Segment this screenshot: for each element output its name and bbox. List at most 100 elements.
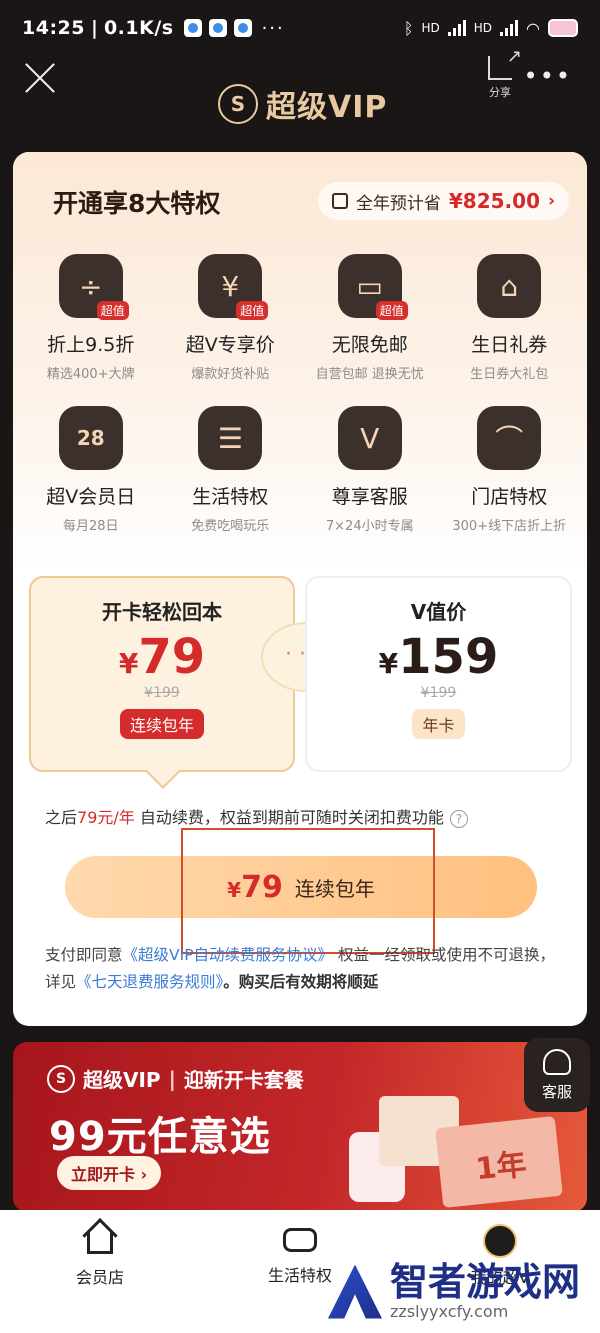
plan-tag: 年卡	[412, 709, 465, 739]
privilege-sub: 爆款好货补贴	[191, 367, 270, 382]
wifi-icon: ◠	[526, 18, 540, 38]
privilege-name: 超V会员日	[46, 486, 136, 508]
store-icon: ⌒	[477, 406, 542, 470]
headset-icon: V	[337, 406, 402, 470]
help-icon[interactable]: ?	[449, 809, 468, 828]
headset-icon	[543, 1048, 571, 1075]
sofa-icon	[283, 1228, 317, 1252]
privilege-item[interactable]: ☰ 生活特权 免费吃喝玩乐	[161, 406, 301, 534]
privilege-name: 折上9.5折	[47, 334, 135, 356]
signal-icon	[500, 20, 519, 36]
savings-amount: ¥825.00	[448, 189, 540, 213]
super-vip-logo: S 超级VIP	[218, 82, 387, 126]
battery-icon	[548, 19, 578, 37]
status-divider: |	[90, 17, 98, 39]
privilege-name: 尊享客服	[331, 486, 408, 508]
value-tag: 超值	[236, 301, 269, 320]
privilege-sub: 免费吃喝玩乐	[191, 519, 270, 534]
vip-purchase-card: 开通享8大特权 全年预计省 ¥825.00 › ÷ 超值 折上9.5折 精选400…	[13, 152, 587, 1026]
agreement-text: 支付即同意《超级VIP自动续费服务协议》 权益一经领取或使用不可退换，详见《七天…	[45, 946, 555, 991]
promo-headline: 迎新开卡套餐	[183, 1068, 304, 1092]
promo-offer: 99元任意选	[49, 1114, 271, 1160]
open-card-button[interactable]: 立即开卡 ›	[57, 1156, 162, 1190]
truck-icon: ▭ 超值	[337, 254, 408, 320]
avatar	[483, 1224, 517, 1258]
value-tag: 超值	[375, 301, 408, 320]
privilege-sub: 每月28日	[62, 519, 119, 534]
privilege-item[interactable]: ⌒ 门店特权 300+线下店折上折	[440, 406, 580, 534]
plan-card-annual-auto[interactable]: 开卡轻松回本 ¥79 ¥199 连续包年	[29, 576, 295, 772]
privilege-item[interactable]: ⌂ 生日礼券 生日券大礼包	[440, 254, 580, 382]
privilege-sub: 自营包邮 退换无忧	[315, 367, 424, 382]
auto-renew-agreement-link[interactable]: 《超级VIP自动续费服务协议》	[123, 946, 334, 964]
value-tag: 超值	[96, 301, 129, 320]
plan-title: V值价	[410, 600, 467, 624]
percent-tag-icon: ÷ 超值	[58, 254, 129, 320]
calendar-icon: 28	[58, 406, 123, 470]
coupon-icon: ¥ 超值	[198, 254, 269, 320]
logo-text: 超级VIP	[266, 90, 388, 125]
plan-title: 开卡轻松回本	[102, 600, 222, 624]
status-speed: 0.1K/s	[103, 17, 174, 39]
nav-member-store[interactable]: 会员店	[0, 1210, 200, 1333]
watermark-logo-icon	[327, 1264, 382, 1319]
watermark-url: zzslyyxcfy.com	[389, 1302, 509, 1321]
privilege-item[interactable]: 28 超V会员日 每月28日	[21, 406, 161, 534]
auto-renew-note: 之后79元/年 自动续费，权益到期前可随时关闭扣费功能?	[45, 804, 468, 828]
plan-price: ¥79	[118, 629, 206, 685]
nav-label: 会员店	[75, 1268, 124, 1287]
app-notification-icon	[233, 19, 252, 37]
savings-label: 全年预计省	[355, 193, 441, 214]
privilege-name: 门店特权	[471, 486, 548, 508]
status-app-icons	[183, 19, 252, 37]
signal-icon	[447, 20, 466, 36]
privilege-sub: 精选400+大牌	[46, 367, 135, 382]
calculator-icon	[331, 193, 348, 209]
app-notification-icon	[183, 19, 202, 37]
app-notification-icon	[208, 19, 227, 37]
privileges-grid: ÷ 超值 折上9.5折 精选400+大牌 ¥ 超值 超V专享价 爆款好货补贴 ▭ 超值…	[21, 254, 579, 534]
share-button[interactable]: 分享	[488, 46, 522, 100]
bluetooth-icon: ᛒ	[403, 18, 414, 38]
privilege-sub: 300+线下店折上折	[452, 519, 567, 534]
privileges-title: 开通享8大特权	[53, 189, 221, 218]
promo-banner[interactable]: S 超级VIP | 迎新开卡套餐 99元任意选 立即开卡 ›	[13, 1042, 587, 1212]
close-icon[interactable]	[22, 60, 58, 96]
status-right: ᛒ HD HD ◠	[404, 19, 578, 38]
share-icon	[488, 46, 522, 80]
refund-rules-link[interactable]: 《七天退费服务规则》	[76, 973, 223, 991]
plan-price: ¥159	[378, 629, 499, 685]
chevron-right-icon: ›	[547, 191, 555, 211]
privilege-name: 生活特权	[192, 486, 269, 508]
plan-tag: 连续包年	[119, 709, 204, 739]
watermark-title: 智者游戏网	[389, 1260, 580, 1304]
privilege-name: 生日礼券	[471, 334, 548, 356]
home-icon	[87, 1232, 113, 1254]
more-options-icon[interactable]: •••	[524, 62, 572, 90]
network-b-label: HD	[473, 21, 493, 35]
highlight-annotation-box	[181, 828, 435, 954]
network-a-label: HD	[421, 21, 440, 35]
renew-price: 79元/年	[77, 808, 135, 827]
privilege-name: 超V专享价	[185, 334, 275, 356]
site-watermark: 智者游戏网 zzslyyxcfy.com	[327, 1260, 580, 1321]
super-vip-badge-icon: S	[47, 1064, 75, 1093]
plan-card-annual[interactable]: V值价 ¥159 ¥199 年卡	[305, 576, 572, 772]
page-header: S 超级VIP 分享 •••	[0, 46, 600, 146]
customer-service-button[interactable]: 客服	[524, 1038, 590, 1112]
privilege-name: 无限免邮	[331, 334, 408, 356]
logo-badge-icon: S	[218, 84, 258, 124]
basket-icon: ☰	[198, 406, 263, 470]
privilege-item[interactable]: ▭ 超值 无限免邮 自营包邮 退换无忧	[300, 254, 440, 382]
customer-service-label: 客服	[541, 1082, 572, 1101]
privilege-sub: 7×24小时专属	[325, 519, 414, 534]
cake-icon: ⌂	[477, 254, 542, 318]
privilege-sub: 生日券大礼包	[470, 367, 549, 382]
privilege-item[interactable]: V 尊享客服 7×24小时专属	[300, 406, 440, 534]
annual-savings-pill[interactable]: 全年预计省 ¥825.00 ›	[317, 182, 569, 220]
privilege-item[interactable]: ÷ 超值 折上9.5折 精选400+大牌	[21, 254, 161, 382]
privilege-item[interactable]: ¥ 超值 超V专享价 爆款好货补贴	[161, 254, 301, 382]
more-notifications-icon: ···	[261, 17, 285, 39]
plan-original-price: ¥199	[144, 685, 180, 701]
plan-original-price: ¥199	[420, 685, 457, 701]
